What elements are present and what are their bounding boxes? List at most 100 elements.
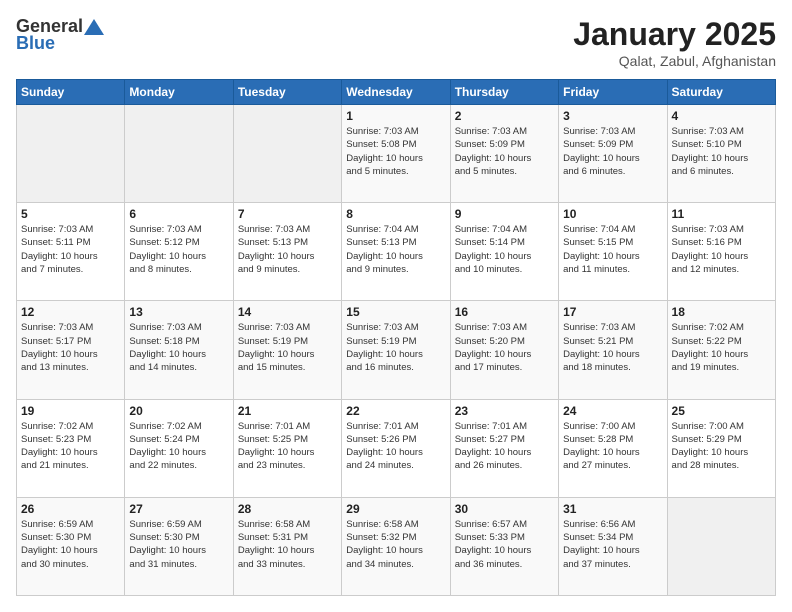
day-number: 15: [346, 305, 445, 319]
calendar-day-cell: 11 Sunrise: 7:03 AM Sunset: 5:16 PM Dayli…: [667, 203, 775, 301]
day-info: Sunrise: 7:03 AM Sunset: 5:09 PM Dayligh…: [563, 125, 662, 178]
calendar-table: SundayMondayTuesdayWednesdayThursdayFrid…: [16, 79, 776, 596]
calendar-day-cell: 8 Sunrise: 7:04 AM Sunset: 5:13 PM Daylig…: [342, 203, 450, 301]
weekday-header-row: SundayMondayTuesdayWednesdayThursdayFrid…: [17, 80, 776, 105]
calendar-week-row: 5Sunrise: 7:03 AM Sunset: 5:11 PM Daylig…: [17, 203, 776, 301]
weekday-header: Saturday: [667, 80, 775, 105]
calendar-day-cell: 14 Sunrise: 7:03 AM Sunset: 5:19 PM Dayli…: [233, 301, 341, 399]
calendar-day-cell: 22 Sunrise: 7:01 AM Sunset: 5:26 PM Dayli…: [342, 399, 450, 497]
day-number: 6: [129, 207, 228, 221]
day-number: 25: [672, 404, 771, 418]
day-info: Sunrise: 6:59 AM Sunset: 5:30 PM Dayligh…: [21, 518, 120, 571]
day-number: 22: [346, 404, 445, 418]
day-info: Sunrise: 7:03 AM Sunset: 5:21 PM Dayligh…: [563, 321, 662, 374]
day-info: Sunrise: 7:03 AM Sunset: 5:10 PM Dayligh…: [672, 125, 771, 178]
day-info: Sunrise: 6:56 AM Sunset: 5:34 PM Dayligh…: [563, 518, 662, 571]
calendar-day-cell: 2 Sunrise: 7:03 AM Sunset: 5:09 PM Daylig…: [450, 105, 558, 203]
day-number: 17: [563, 305, 662, 319]
day-number: 24: [563, 404, 662, 418]
day-info: Sunrise: 7:03 AM Sunset: 5:20 PM Dayligh…: [455, 321, 554, 374]
day-number: 14: [238, 305, 337, 319]
calendar-week-row: 12 Sunrise: 7:03 AM Sunset: 5:17 PM Dayli…: [17, 301, 776, 399]
logo-blue: Blue: [16, 33, 55, 54]
page: General Blue January 2025 Qalat, Zabul, …: [0, 0, 792, 612]
day-info: Sunrise: 7:03 AM Sunset: 5:19 PM Dayligh…: [238, 321, 337, 374]
weekday-header: Friday: [559, 80, 667, 105]
day-info: Sunrise: 7:00 AM Sunset: 5:28 PM Dayligh…: [563, 420, 662, 473]
day-number: 28: [238, 502, 337, 516]
day-number: 29: [346, 502, 445, 516]
day-info: Sunrise: 7:03 AM Sunset: 5:18 PM Dayligh…: [129, 321, 228, 374]
day-info: Sunrise: 7:03 AM Sunset: 5:19 PM Dayligh…: [346, 321, 445, 374]
calendar-day-cell: 18Sunrise: 7:02 AM Sunset: 5:22 PM Dayli…: [667, 301, 775, 399]
calendar-day-cell: 31 Sunrise: 6:56 AM Sunset: 5:34 PM Dayli…: [559, 497, 667, 595]
day-number: 12: [21, 305, 120, 319]
day-number: 4: [672, 109, 771, 123]
calendar-day-cell: 25 Sunrise: 7:00 AM Sunset: 5:29 PM Dayli…: [667, 399, 775, 497]
day-number: 31: [563, 502, 662, 516]
day-info: Sunrise: 6:58 AM Sunset: 5:32 PM Dayligh…: [346, 518, 445, 571]
calendar-day-cell: 10 Sunrise: 7:04 AM Sunset: 5:15 PM Dayli…: [559, 203, 667, 301]
day-info: Sunrise: 7:03 AM Sunset: 5:13 PM Dayligh…: [238, 223, 337, 276]
day-info: Sunrise: 7:03 AM Sunset: 5:08 PM Dayligh…: [346, 125, 445, 178]
day-number: 5: [21, 207, 120, 221]
weekday-header: Wednesday: [342, 80, 450, 105]
calendar-day-cell: 9Sunrise: 7:04 AM Sunset: 5:14 PM Daylig…: [450, 203, 558, 301]
day-info: Sunrise: 7:04 AM Sunset: 5:15 PM Dayligh…: [563, 223, 662, 276]
calendar-day-cell: [125, 105, 233, 203]
calendar-day-cell: 23Sunrise: 7:01 AM Sunset: 5:27 PM Dayli…: [450, 399, 558, 497]
calendar-day-cell: 7 Sunrise: 7:03 AM Sunset: 5:13 PM Daylig…: [233, 203, 341, 301]
calendar-day-cell: 27Sunrise: 6:59 AM Sunset: 5:30 PM Dayli…: [125, 497, 233, 595]
calendar-day-cell: 16Sunrise: 7:03 AM Sunset: 5:20 PM Dayli…: [450, 301, 558, 399]
day-number: 19: [21, 404, 120, 418]
day-info: Sunrise: 7:03 AM Sunset: 5:12 PM Dayligh…: [129, 223, 228, 276]
calendar-day-cell: 13 Sunrise: 7:03 AM Sunset: 5:18 PM Dayli…: [125, 301, 233, 399]
calendar-day-cell: [233, 105, 341, 203]
weekday-header: Monday: [125, 80, 233, 105]
day-info: Sunrise: 7:01 AM Sunset: 5:25 PM Dayligh…: [238, 420, 337, 473]
day-number: 23: [455, 404, 554, 418]
day-number: 3: [563, 109, 662, 123]
day-info: Sunrise: 7:01 AM Sunset: 5:26 PM Dayligh…: [346, 420, 445, 473]
day-info: Sunrise: 7:04 AM Sunset: 5:13 PM Dayligh…: [346, 223, 445, 276]
calendar-day-cell: 29 Sunrise: 6:58 AM Sunset: 5:32 PM Dayli…: [342, 497, 450, 595]
calendar-day-cell: 21 Sunrise: 7:01 AM Sunset: 5:25 PM Dayli…: [233, 399, 341, 497]
day-info: Sunrise: 6:57 AM Sunset: 5:33 PM Dayligh…: [455, 518, 554, 571]
day-number: 1: [346, 109, 445, 123]
day-info: Sunrise: 6:58 AM Sunset: 5:31 PM Dayligh…: [238, 518, 337, 571]
calendar-day-cell: 1 Sunrise: 7:03 AM Sunset: 5:08 PM Daylig…: [342, 105, 450, 203]
day-number: 10: [563, 207, 662, 221]
calendar-day-cell: 26 Sunrise: 6:59 AM Sunset: 5:30 PM Dayli…: [17, 497, 125, 595]
day-info: Sunrise: 7:00 AM Sunset: 5:29 PM Dayligh…: [672, 420, 771, 473]
day-info: Sunrise: 7:03 AM Sunset: 5:16 PM Dayligh…: [672, 223, 771, 276]
day-number: 13: [129, 305, 228, 319]
calendar-day-cell: 12 Sunrise: 7:03 AM Sunset: 5:17 PM Dayli…: [17, 301, 125, 399]
day-number: 30: [455, 502, 554, 516]
calendar-subtitle: Qalat, Zabul, Afghanistan: [573, 53, 776, 69]
calendar-day-cell: 17 Sunrise: 7:03 AM Sunset: 5:21 PM Dayli…: [559, 301, 667, 399]
day-number: 2: [455, 109, 554, 123]
calendar-week-row: 26 Sunrise: 6:59 AM Sunset: 5:30 PM Dayli…: [17, 497, 776, 595]
calendar-week-row: 19 Sunrise: 7:02 AM Sunset: 5:23 PM Dayli…: [17, 399, 776, 497]
calendar-day-cell: 19 Sunrise: 7:02 AM Sunset: 5:23 PM Dayli…: [17, 399, 125, 497]
day-number: 11: [672, 207, 771, 221]
calendar-day-cell: 28 Sunrise: 6:58 AM Sunset: 5:31 PM Dayli…: [233, 497, 341, 595]
logo: General Blue: [16, 16, 105, 54]
day-number: 26: [21, 502, 120, 516]
calendar-title: January 2025: [573, 16, 776, 53]
day-number: 9: [455, 207, 554, 221]
day-info: Sunrise: 7:02 AM Sunset: 5:23 PM Dayligh…: [21, 420, 120, 473]
day-number: 7: [238, 207, 337, 221]
day-info: Sunrise: 6:59 AM Sunset: 5:30 PM Dayligh…: [129, 518, 228, 571]
day-info: Sunrise: 7:03 AM Sunset: 5:09 PM Dayligh…: [455, 125, 554, 178]
day-number: 8: [346, 207, 445, 221]
day-number: 18: [672, 305, 771, 319]
calendar-day-cell: [17, 105, 125, 203]
calendar-day-cell: [667, 497, 775, 595]
header: General Blue January 2025 Qalat, Zabul, …: [16, 16, 776, 69]
logo-icon: [84, 19, 104, 35]
weekday-header: Sunday: [17, 80, 125, 105]
day-info: Sunrise: 7:03 AM Sunset: 5:17 PM Dayligh…: [21, 321, 120, 374]
day-number: 21: [238, 404, 337, 418]
calendar-day-cell: 5Sunrise: 7:03 AM Sunset: 5:11 PM Daylig…: [17, 203, 125, 301]
